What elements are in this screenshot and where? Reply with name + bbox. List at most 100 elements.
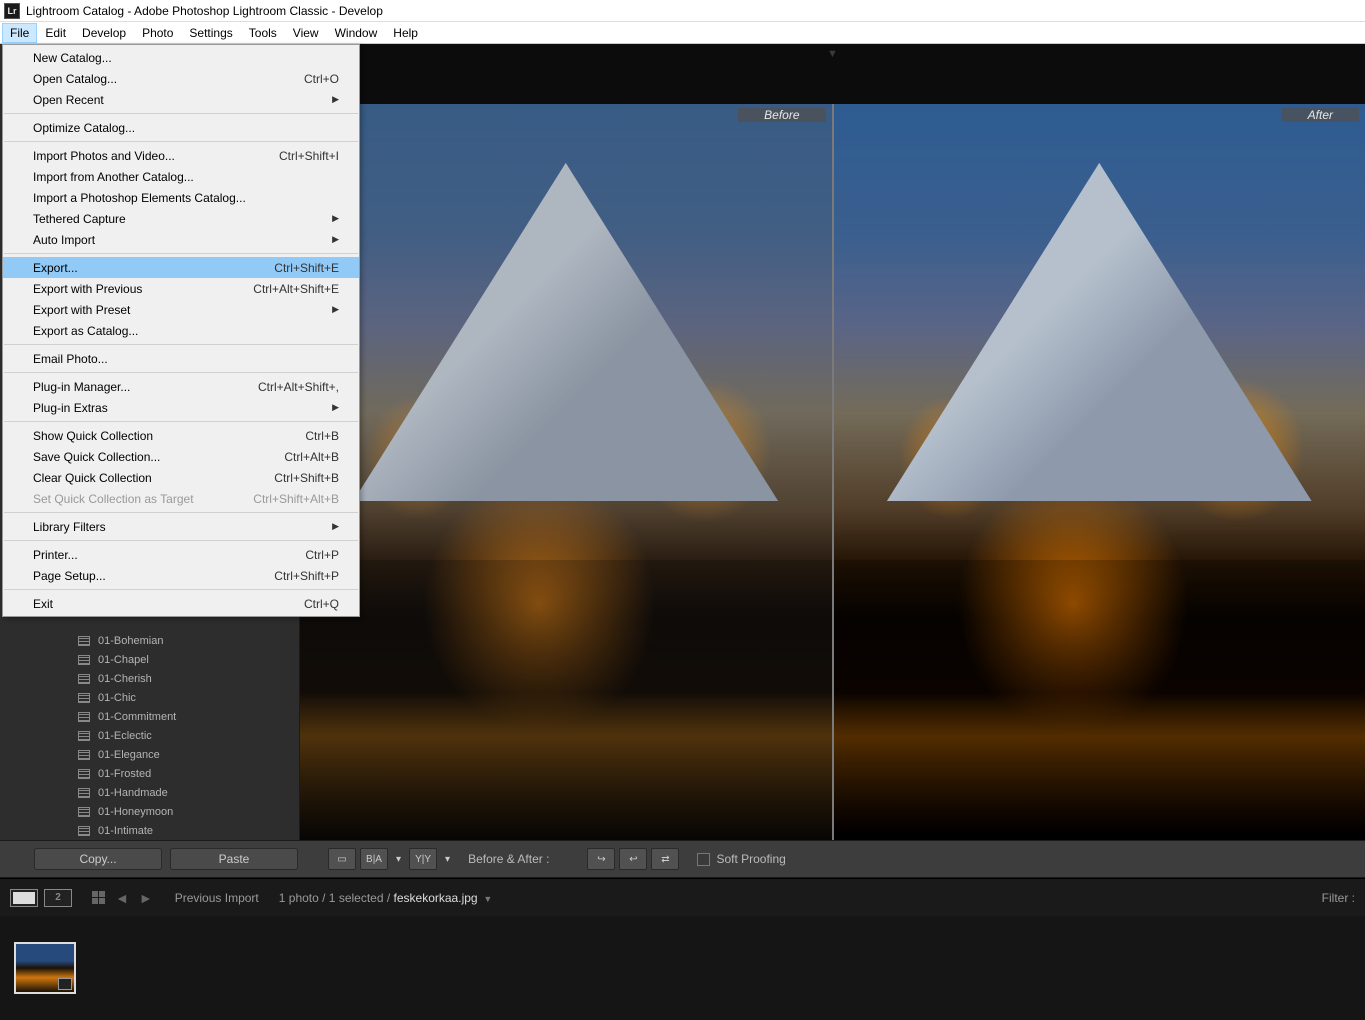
preset-label: 01-Commitment [98, 711, 176, 723]
menu-tools[interactable]: Tools [241, 23, 285, 43]
loupe-view-button[interactable]: ▭ [328, 848, 356, 870]
submenu-arrow-icon: ▶ [332, 213, 339, 224]
soft-proofing-checkbox[interactable] [697, 853, 710, 866]
menu-shortcut: Ctrl+Shift+P [274, 569, 339, 583]
menu-item-export-with-preset[interactable]: Export with Preset▶ [3, 299, 359, 320]
thumbnail[interactable] [14, 942, 76, 994]
preset-item[interactable]: 01-Eclectic [58, 726, 299, 745]
preset-icon [78, 712, 90, 722]
top-panel-collapsed[interactable]: ▼ [300, 44, 1365, 104]
menu-item-label: Plug-in Extras [33, 401, 108, 415]
menu-item-label: Export as Catalog... [33, 324, 138, 338]
menu-item-import-a-photoshop-elements-catalog[interactable]: Import a Photoshop Elements Catalog... [3, 187, 359, 208]
menu-item-label: Printer... [33, 548, 78, 562]
menu-item-import-from-another-catalog[interactable]: Import from Another Catalog... [3, 166, 359, 187]
paste-button[interactable]: Paste [170, 848, 298, 870]
swap-right-button[interactable]: ↪ [587, 848, 615, 870]
menu-item-open-recent[interactable]: Open Recent▶ [3, 89, 359, 110]
preset-item[interactable]: 01-Frosted [58, 764, 299, 783]
compare-ba-button[interactable]: B|A [360, 848, 388, 870]
menu-separator [4, 344, 358, 345]
menu-item-save-quick-collection[interactable]: Save Quick Collection...Ctrl+Alt+B [3, 446, 359, 467]
menu-item-open-catalog[interactable]: Open Catalog...Ctrl+O [3, 68, 359, 89]
menu-help[interactable]: Help [385, 23, 426, 43]
breadcrumb[interactable]: Previous Import 1 photo / 1 selected / f… [175, 891, 493, 905]
swap-left-button[interactable]: ↩ [619, 848, 647, 870]
menu-item-exit[interactable]: ExitCtrl+Q [3, 593, 359, 614]
preset-icon [78, 655, 90, 665]
menu-develop[interactable]: Develop [74, 23, 134, 43]
submenu-arrow-icon: ▶ [332, 94, 339, 105]
menu-separator [4, 141, 358, 142]
crumb-file: feskekorkaa.jpg [394, 891, 478, 905]
menu-item-library-filters[interactable]: Library Filters▶ [3, 516, 359, 537]
copy-button[interactable]: Copy... [34, 848, 162, 870]
menu-item-label: Import a Photoshop Elements Catalog... [33, 191, 246, 205]
menu-item-label: Set Quick Collection as Target [33, 492, 194, 506]
menu-window[interactable]: Window [327, 23, 386, 43]
menu-item-label: Export... [33, 261, 78, 275]
preset-label: 01-Chapel [98, 654, 149, 666]
secondary-display-button[interactable]: 2 [44, 889, 72, 907]
primary-display-button[interactable]: 1 [10, 889, 38, 907]
menu-item-optimize-catalog[interactable]: Optimize Catalog... [3, 117, 359, 138]
menu-view[interactable]: View [285, 23, 327, 43]
menu-item-label: Show Quick Collection [33, 429, 153, 443]
before-pane[interactable]: Before [300, 104, 832, 840]
menu-separator [4, 512, 358, 513]
preset-item[interactable]: 01-Bohemian [58, 631, 299, 650]
menu-item-auto-import[interactable]: Auto Import▶ [3, 229, 359, 250]
menu-item-show-quick-collection[interactable]: Show Quick CollectionCtrl+B [3, 425, 359, 446]
menu-item-printer[interactable]: Printer...Ctrl+P [3, 544, 359, 565]
preset-item[interactable]: 01-Cherish [58, 669, 299, 688]
preset-label: 01-Intimate [98, 825, 153, 837]
preset-item[interactable]: 01-Commitment [58, 707, 299, 726]
menu-item-import-photos-and-video[interactable]: Import Photos and Video...Ctrl+Shift+I [3, 145, 359, 166]
preset-item[interactable]: 01-Handmade [58, 783, 299, 802]
swap-both-button[interactable]: ⇄ [651, 848, 679, 870]
menu-item-label: Save Quick Collection... [33, 450, 160, 464]
menu-item-export-as-catalog[interactable]: Export as Catalog... [3, 320, 359, 341]
menu-shortcut: Ctrl+Shift+B [274, 471, 339, 485]
menu-item-plug-in-extras[interactable]: Plug-in Extras▶ [3, 397, 359, 418]
menu-item-label: Optimize Catalog... [33, 121, 135, 135]
menu-shortcut: Ctrl+Shift+E [274, 261, 339, 275]
menu-item-clear-quick-collection[interactable]: Clear Quick CollectionCtrl+Shift+B [3, 467, 359, 488]
preset-item[interactable]: 01-Chic [58, 688, 299, 707]
menu-settings[interactable]: Settings [181, 23, 240, 43]
menu-edit[interactable]: Edit [37, 23, 74, 43]
menu-item-page-setup[interactable]: Page Setup...Ctrl+Shift+P [3, 565, 359, 586]
preset-icon [78, 826, 90, 836]
menu-item-tethered-capture[interactable]: Tethered Capture▶ [3, 208, 359, 229]
menu-item-label: Plug-in Manager... [33, 380, 130, 394]
preset-label: 01-Elegance [98, 749, 160, 761]
menu-separator [4, 372, 358, 373]
nav-forward-icon[interactable]: ► [139, 890, 153, 906]
soft-proofing-label: Soft Proofing [716, 852, 785, 866]
filter-label[interactable]: Filter : [1322, 891, 1355, 905]
menu-separator [4, 113, 358, 114]
menu-file[interactable]: File [2, 23, 37, 43]
after-pane[interactable]: After [834, 104, 1365, 840]
before-label: Before [738, 108, 825, 122]
preset-item[interactable]: 01-Intimate [58, 821, 299, 840]
preset-list: 01-Bohemian 01-Chapel 01-Cherish01-Chic 01-… [58, 631, 299, 840]
menu-item-label: New Catalog... [33, 51, 112, 65]
dropdown-arrow-icon[interactable]: ▾ [441, 848, 454, 870]
preset-item[interactable]: 01-Chapel [58, 650, 299, 669]
menu-photo[interactable]: Photo [134, 23, 181, 43]
grid-view-icon[interactable] [92, 891, 105, 904]
preset-label: 01-Honeymoon [98, 806, 173, 818]
menu-item-export-with-previous[interactable]: Export with PreviousCtrl+Alt+Shift+E [3, 278, 359, 299]
menu-item-plug-in-manager[interactable]: Plug-in Manager...Ctrl+Alt+Shift+, [3, 376, 359, 397]
nav-back-icon[interactable]: ◄ [115, 890, 129, 906]
file-menu-dropdown: New Catalog... Open Catalog...Ctrl+OOpen … [2, 44, 360, 617]
menu-item-new-catalog[interactable]: New Catalog... [3, 47, 359, 68]
preset-item[interactable]: 01-Honeymoon [58, 802, 299, 821]
menu-item-export[interactable]: Export... Ctrl+Shift+E [3, 257, 359, 278]
menu-item-email-photo[interactable]: Email Photo... [3, 348, 359, 369]
preset-item[interactable]: 01-Elegance [58, 745, 299, 764]
dropdown-arrow-icon[interactable]: ▾ [392, 848, 405, 870]
compare-yy-button[interactable]: Y|Y [409, 848, 437, 870]
menu-item-label: Import from Another Catalog... [33, 170, 194, 184]
